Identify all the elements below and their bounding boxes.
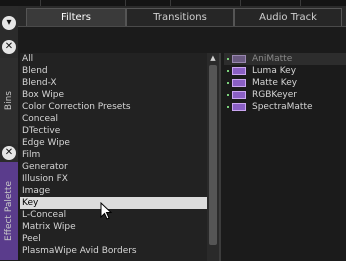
effect-list: AniMatte Luma Key Matte Key RGBKeyer Spectra… [224, 53, 346, 261]
scroll-up-icon[interactable]: ▲ [207, 53, 219, 63]
effect-label: RGBKeyer [252, 90, 297, 100]
list-item[interactable]: Blend [20, 65, 207, 77]
list-item[interactable]: Blend-X [20, 77, 207, 89]
status-dot-icon [227, 94, 229, 96]
category-scrollbar[interactable]: ▲ [207, 53, 219, 261]
tab-transitions[interactable]: Transitions [126, 8, 234, 26]
list-item[interactable]: Image [20, 185, 207, 197]
list-item[interactable]: Peel [20, 233, 207, 245]
list-item[interactable]: Edge Wipe [20, 137, 207, 149]
status-dot-icon [227, 58, 229, 60]
category-list: All Blend Blend-X Box Wipe Color Correction … [20, 53, 207, 261]
list-item[interactable]: Conceal [20, 113, 207, 125]
list-item[interactable]: Matrix Wipe [20, 221, 207, 233]
effect-icon [232, 67, 246, 75]
status-dot-icon [227, 82, 229, 84]
effect-item[interactable]: AniMatte [224, 53, 346, 65]
list-item[interactable]: All [20, 53, 207, 65]
list-item[interactable]: Box Wipe [20, 89, 207, 101]
chevron-down-icon[interactable]: ▾ [2, 16, 16, 30]
effect-palette-tab-label: Effect Palette [4, 181, 14, 241]
close-icon[interactable]: ✕ [2, 40, 16, 54]
close-icon[interactable]: ✕ [2, 146, 16, 160]
list-item[interactable]: PlasmaWipe Avid Borders [20, 245, 207, 257]
effect-item[interactable]: SpectraMatte [224, 101, 346, 113]
effect-item[interactable]: Luma Key [224, 65, 346, 77]
tab-filters[interactable]: Filters [26, 8, 126, 26]
effect-icon [232, 103, 246, 111]
panel-divider[interactable] [219, 53, 221, 261]
list-item[interactable]: DTective [20, 125, 207, 137]
list-item[interactable]: Film [20, 149, 207, 161]
effect-label: Luma Key [252, 66, 297, 76]
tab-audio-track[interactable]: Audio Track [234, 8, 342, 26]
effect-label: AniMatte [252, 54, 293, 64]
bins-tab-label: Bins [4, 91, 14, 111]
effect-label: SpectraMatte [252, 102, 313, 112]
bins-tab[interactable]: Bins [0, 58, 18, 144]
scroll-thumb[interactable] [209, 65, 217, 245]
effect-item[interactable]: Matte Key [224, 77, 346, 89]
list-item[interactable]: Generator [20, 161, 207, 173]
effect-palette-tab[interactable]: Effect Palette [0, 162, 18, 260]
left-sidebar: ▾ ✕ Bins ✕ Effect Palette [0, 6, 19, 260]
status-dot-icon [227, 106, 229, 108]
effect-item[interactable]: RGBKeyer [224, 89, 346, 101]
list-item[interactable]: Color Correction Presets [20, 101, 207, 113]
effect-icon [232, 79, 246, 87]
status-dot-icon [227, 70, 229, 72]
effect-icon [232, 91, 246, 99]
effect-label: Matte Key [252, 78, 298, 88]
mouse-cursor-icon [100, 202, 113, 220]
list-item[interactable]: Illusion FX [20, 173, 207, 185]
tab-bar: Filters Transitions Audio Track [18, 6, 346, 26]
effect-icon [232, 55, 246, 63]
